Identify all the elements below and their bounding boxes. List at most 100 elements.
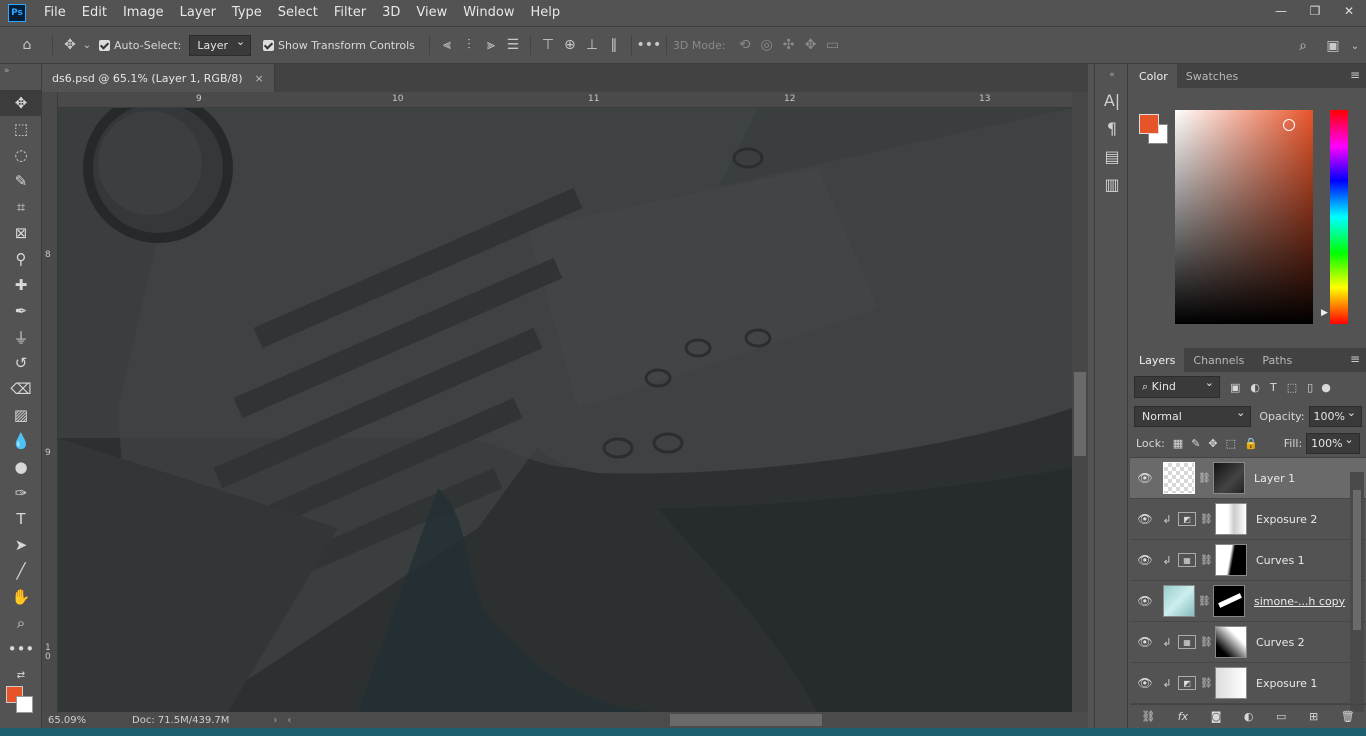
- visibility-eye-icon[interactable]: 👁: [1130, 635, 1160, 649]
- path-select-tool-icon[interactable]: ➤: [0, 532, 42, 558]
- marquee-tool-icon[interactable]: ⬚: [0, 116, 42, 142]
- new-layer-icon[interactable]: ⊞: [1309, 710, 1318, 723]
- lock-transparency-icon[interactable]: ▦: [1173, 437, 1183, 450]
- libraries-icon[interactable]: ▥: [1095, 170, 1129, 198]
- menu-type[interactable]: Type: [224, 0, 270, 26]
- smart-object-filter-icon[interactable]: ▯: [1307, 381, 1313, 394]
- align-top-icon[interactable]: ⊤: [537, 34, 559, 56]
- vertical-scrollbar[interactable]: [1072, 92, 1088, 712]
- visibility-eye-icon[interactable]: 👁: [1130, 553, 1160, 567]
- blur-tool-icon[interactable]: 💧: [0, 428, 42, 454]
- align-left-icon[interactable]: ⫷: [436, 34, 458, 56]
- trash-icon[interactable]: 🗑: [1341, 710, 1355, 723]
- type-filter-icon[interactable]: T: [1270, 381, 1277, 394]
- 3d-pan-icon[interactable]: ✣: [778, 34, 800, 56]
- gradient-tool-icon[interactable]: ▨: [0, 402, 42, 428]
- zoom-level[interactable]: 65.09%: [48, 715, 118, 726]
- move-tool-icon[interactable]: ✥: [59, 34, 81, 56]
- restore-button[interactable]: ❐: [1298, 0, 1332, 22]
- adjustment-filter-icon[interactable]: ◐: [1250, 381, 1260, 394]
- more-options-icon[interactable]: •••: [637, 34, 662, 56]
- lasso-tool-icon[interactable]: ◌: [0, 142, 42, 168]
- menu-filter[interactable]: Filter: [326, 0, 374, 26]
- layer-name[interactable]: Curves 2: [1256, 636, 1305, 649]
- type-tool-icon[interactable]: T: [0, 506, 42, 532]
- color-field[interactable]: [1175, 110, 1313, 324]
- hand-tool-icon[interactable]: ✋: [0, 584, 42, 610]
- folder-icon[interactable]: ▭: [1276, 710, 1286, 723]
- search-icon[interactable]: ⌕: [1292, 35, 1314, 57]
- scroll-left-icon[interactable]: ‹: [287, 715, 291, 726]
- layer-row[interactable]: 👁 ↲ ▦ ⛓ Curves 1: [1130, 540, 1366, 581]
- visibility-eye-icon[interactable]: 👁: [1130, 594, 1160, 608]
- layers-scrollbar[interactable]: [1350, 472, 1364, 712]
- auto-select-target-dropdown[interactable]: Layer: [189, 34, 252, 56]
- properties-icon[interactable]: ▤: [1095, 142, 1129, 170]
- image-filter-icon[interactable]: ▣: [1230, 381, 1240, 394]
- document-canvas[interactable]: [58, 108, 1072, 712]
- dodge-tool-icon[interactable]: ●: [0, 454, 42, 480]
- mask-icon[interactable]: ◙: [1211, 710, 1222, 723]
- hue-slider-marker-icon[interactable]: ▶: [1321, 308, 1328, 318]
- menu-layer[interactable]: Layer: [172, 0, 224, 26]
- visibility-eye-icon[interactable]: 👁: [1130, 512, 1160, 526]
- color-picker-cursor[interactable]: [1283, 119, 1295, 131]
- layer-name[interactable]: Exposure 1: [1256, 677, 1317, 690]
- paragraph-icon[interactable]: ¶: [1095, 114, 1129, 142]
- zoom-tool-icon[interactable]: ⌕: [0, 610, 42, 636]
- scrollbar-thumb[interactable]: [1074, 372, 1086, 456]
- stamp-tool-icon[interactable]: ⏚: [0, 324, 42, 350]
- fx-icon[interactable]: fx: [1178, 710, 1188, 723]
- auto-select-checkbox[interactable]: [99, 39, 110, 51]
- quick-select-tool-icon[interactable]: ✎: [0, 168, 42, 194]
- link-icon[interactable]: ⛓: [1141, 710, 1155, 723]
- layer-row[interactable]: 👁 ↲ ◩ ⛓ Exposure 2: [1130, 499, 1366, 540]
- menu-window[interactable]: Window: [455, 0, 522, 26]
- hue-slider[interactable]: [1330, 110, 1348, 324]
- menu-edit[interactable]: Edit: [74, 0, 115, 26]
- layer-name[interactable]: simone-...h copy: [1254, 595, 1345, 608]
- visibility-eye-icon[interactable]: 👁: [1130, 471, 1160, 485]
- edit-toolbar-icon[interactable]: •••: [0, 636, 42, 662]
- lock-pixels-icon[interactable]: ✎: [1191, 437, 1200, 450]
- fill-input[interactable]: 100%: [1306, 433, 1360, 454]
- align-bottom-icon[interactable]: ⊥: [581, 34, 603, 56]
- blend-mode-dropdown[interactable]: Normal: [1134, 405, 1252, 427]
- 3d-roll-icon[interactable]: ◎: [756, 34, 778, 56]
- visibility-eye-icon[interactable]: 👁: [1130, 676, 1160, 690]
- foreground-color-swatch[interactable]: [1139, 114, 1159, 134]
- align-middle-icon[interactable]: ⊕: [559, 34, 581, 56]
- filter-toggle-icon[interactable]: ●: [1321, 381, 1331, 394]
- layer-row[interactable]: 👁 ⛓ simone-...h copy: [1130, 581, 1366, 622]
- tab-color[interactable]: Color: [1130, 64, 1177, 88]
- opacity-input[interactable]: 100%: [1308, 405, 1362, 427]
- menu-3d[interactable]: 3D: [374, 0, 408, 26]
- show-transform-checkbox[interactable]: [263, 39, 275, 51]
- align-right-icon[interactable]: ⫸: [480, 34, 502, 56]
- lock-artboard-icon[interactable]: ⬚: [1226, 437, 1236, 450]
- layer-name[interactable]: Curves 1: [1256, 554, 1305, 567]
- shape-filter-icon[interactable]: ⬚: [1287, 381, 1297, 394]
- eyedropper-tool-icon[interactable]: ⚲: [0, 246, 42, 272]
- horizontal-scrollbar-thumb[interactable]: [670, 714, 822, 726]
- lock-position-icon[interactable]: ✥: [1208, 437, 1217, 450]
- scrollbar-thumb[interactable]: [1353, 490, 1361, 630]
- menu-image[interactable]: Image: [115, 0, 172, 26]
- tab-paths[interactable]: Paths: [1253, 348, 1301, 372]
- home-icon[interactable]: ⌂: [16, 34, 38, 56]
- auto-select-option[interactable]: Auto-Select:: [99, 39, 181, 52]
- tab-layers[interactable]: Layers: [1130, 348, 1185, 372]
- collapse-icon[interactable]: »: [0, 64, 41, 90]
- brush-tool-icon[interactable]: ✒: [0, 298, 42, 324]
- pen-tool-icon[interactable]: ✑: [0, 480, 42, 506]
- tab-swatches[interactable]: Swatches: [1177, 64, 1248, 88]
- character-icon[interactable]: A|: [1095, 86, 1129, 114]
- distribute-icon[interactable]: ☰: [502, 34, 524, 56]
- show-transform-option[interactable]: Show Transform Controls: [263, 39, 415, 52]
- swap-colors-icon[interactable]: ⇄: [0, 662, 42, 688]
- frame-tool-icon[interactable]: ⊠: [0, 220, 42, 246]
- menu-file[interactable]: File: [36, 0, 74, 26]
- 3d-scale-icon[interactable]: ▭: [822, 34, 844, 56]
- document-tab[interactable]: ds6.psd @ 65.1% (Layer 1, RGB/8) ×: [42, 64, 275, 92]
- chevron-down-icon[interactable]: ⌄: [1344, 35, 1366, 57]
